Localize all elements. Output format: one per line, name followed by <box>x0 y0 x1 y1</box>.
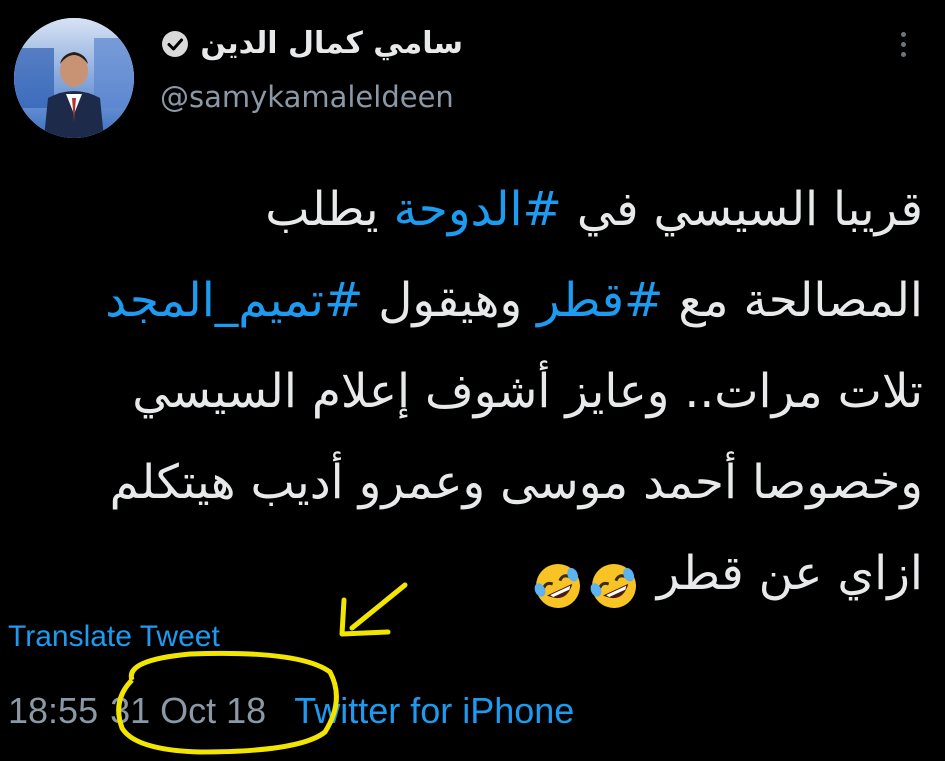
tweet-text-line: ازاي عن قطر <box>23 528 923 619</box>
avatar[interactable] <box>14 18 134 138</box>
author-name-row[interactable]: سامي كمال الدين <box>160 26 463 61</box>
tweet-text-segment: المصالحة مع <box>663 273 923 328</box>
hashtag-link[interactable]: #تميم_المجد <box>105 273 363 328</box>
tweet-card: سامي كمال الدين @samykamaleldeen قريبا ا… <box>0 0 945 761</box>
rolling-on-floor-laughing-icon <box>532 551 584 608</box>
tweet-source-link[interactable]: Twitter for iPhone <box>294 690 574 732</box>
tweet-text-segment: تلات مرات.. وعايز أشوف إعلام السيسي <box>132 364 923 419</box>
tweet-text-segment: وهيقول <box>363 273 538 328</box>
verified-badge-icon <box>162 30 189 57</box>
tweet-text-line: قريبا السيسي في #الدوحة يطلب <box>23 164 923 255</box>
tweet-text-segment: قريبا السيسي في <box>561 182 923 237</box>
tweet-date[interactable]: 31 Oct 18 <box>110 690 266 732</box>
translate-tweet-link[interactable]: Translate Tweet <box>8 620 220 654</box>
tweet-text-segment: وخصوصا أحمد موسى وعمرو أديب هيتكلم <box>109 455 923 510</box>
avatar-image <box>14 18 134 138</box>
tweet-meta: 18:55 31 Oct 18 Twitter for iPhone <box>8 690 574 732</box>
tweet-text: قريبا السيسي في #الدوحة يطلب المصالحة مع … <box>23 164 923 619</box>
author-handle[interactable]: @samykamaleldeen <box>160 80 454 114</box>
tweet-text-segment: ازاي عن قطر <box>641 546 923 601</box>
more-options-button[interactable] <box>885 24 921 64</box>
more-vertical-icon <box>900 31 906 37</box>
tweet-time[interactable]: 18:55 <box>8 690 98 732</box>
tweet-text-segment: يطلب <box>265 182 394 237</box>
tweet-text-line: تلات مرات.. وعايز أشوف إعلام السيسي <box>23 346 923 437</box>
hashtag-link[interactable]: #الدوحة <box>394 182 562 237</box>
tweet-text-line: وخصوصا أحمد موسى وعمرو أديب هيتكلم <box>23 437 923 528</box>
tweet-text-line: المصالحة مع #قطر وهيقول #تميم_المجد <box>23 255 923 346</box>
hashtag-link[interactable]: #قطر <box>537 273 663 328</box>
author-display-name[interactable]: سامي كمال الدين <box>200 26 463 61</box>
rolling-on-floor-laughing-icon <box>588 551 640 608</box>
